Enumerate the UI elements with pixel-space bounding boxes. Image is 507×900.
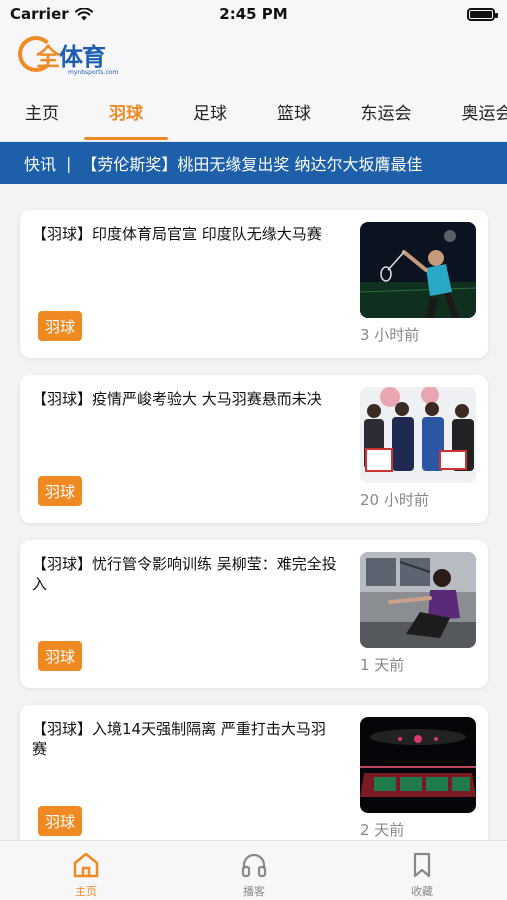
ticker-label: 快讯 (24, 155, 57, 174)
category-tag: 羽球 (38, 641, 82, 671)
tab-basketball[interactable]: 篮球 (274, 80, 314, 141)
nav-home-label: 主页 (75, 885, 97, 898)
tab-football[interactable]: 足球 (190, 80, 230, 141)
article-time: 2 天前 (360, 821, 405, 839)
category-tag: 羽球 (38, 806, 82, 836)
article-time: 1 天前 (360, 656, 405, 674)
ticker-separator: | (66, 153, 72, 173)
ticker-text: 【劳伦斯奖】桃田无缘复出奖 纳达尔大坂膺最佳 (81, 155, 423, 174)
home-icon (73, 852, 99, 878)
article-card[interactable]: 【羽球】入境14天强制隔离 严重打击大马羽赛 羽球 2 天前 (20, 705, 488, 853)
article-card[interactable]: 【羽球】忧行管令影响训练 吴柳莹：难完全投入 羽球 1 天前 (20, 540, 488, 688)
article-title: 【羽球】印度体育局官宣 印度队无缘大马赛 (32, 225, 322, 243)
article-card[interactable]: 【羽球】印度体育局官宣 印度队无缘大马赛 羽球 3 小时前 (20, 210, 488, 358)
tab-home[interactable]: 主页 (22, 80, 62, 141)
bookmark-icon (413, 852, 431, 878)
headphones-icon (241, 853, 267, 878)
article-thumbnail (360, 717, 476, 813)
nav-home[interactable]: 主页 (26, 841, 146, 900)
article-card[interactable]: 【羽球】疫情严峻考验大 大马羽赛悬而未决 羽球 20 小时前 (20, 375, 488, 523)
category-tabs: 主页 羽球 足球 篮球 东运会 奥运会 (0, 80, 507, 142)
header: 全体育 mynbsports.com (0, 28, 507, 80)
battery-icon (467, 7, 498, 21)
article-title: 【羽球】入境14天强制隔离 严重打击大马羽赛 (32, 720, 326, 758)
article-time: 3 小时前 (360, 326, 420, 344)
article-thumbnail (360, 552, 476, 648)
nav-podcast-label: 播客 (243, 885, 265, 898)
article-thumbnail (360, 222, 476, 318)
nav-podcast[interactable]: 播客 (194, 841, 314, 900)
article-title: 【羽球】疫情严峻考验大 大马羽赛悬而未决 (32, 390, 322, 408)
nav-bookmarks[interactable]: 收藏 (362, 841, 482, 900)
article-title: 【羽球】忧行管令影响训练 吴柳莹：难完全投入 (32, 555, 337, 593)
category-tag: 羽球 (38, 311, 82, 341)
nav-bookmarks-label: 收藏 (411, 885, 433, 898)
status-bar: Carrier 2:45 PM (0, 0, 507, 28)
app-logo[interactable]: 全体育 mynbsports.com (18, 31, 118, 77)
news-ticker[interactable]: 快讯 | 【劳伦斯奖】桃田无缘复出奖 纳达尔大坂膺最佳 (0, 142, 507, 184)
tab-sea-games[interactable]: 东运会 (357, 80, 415, 141)
tab-badminton[interactable]: 羽球 (106, 80, 146, 141)
logo-mark (18, 36, 54, 72)
bottom-nav: 主页 播客 收藏 (0, 840, 507, 900)
article-time: 20 小时前 (360, 491, 429, 509)
logo-subtext: mynbsports.com (68, 69, 119, 76)
carrier-label: Carrier (10, 5, 69, 23)
status-left: Carrier (10, 5, 93, 23)
wifi-icon (74, 7, 93, 20)
category-tag: 羽球 (38, 476, 82, 506)
article-thumbnail (360, 387, 476, 483)
tab-olympics[interactable]: 奥运会 (458, 80, 507, 141)
active-tab-indicator (84, 137, 168, 140)
